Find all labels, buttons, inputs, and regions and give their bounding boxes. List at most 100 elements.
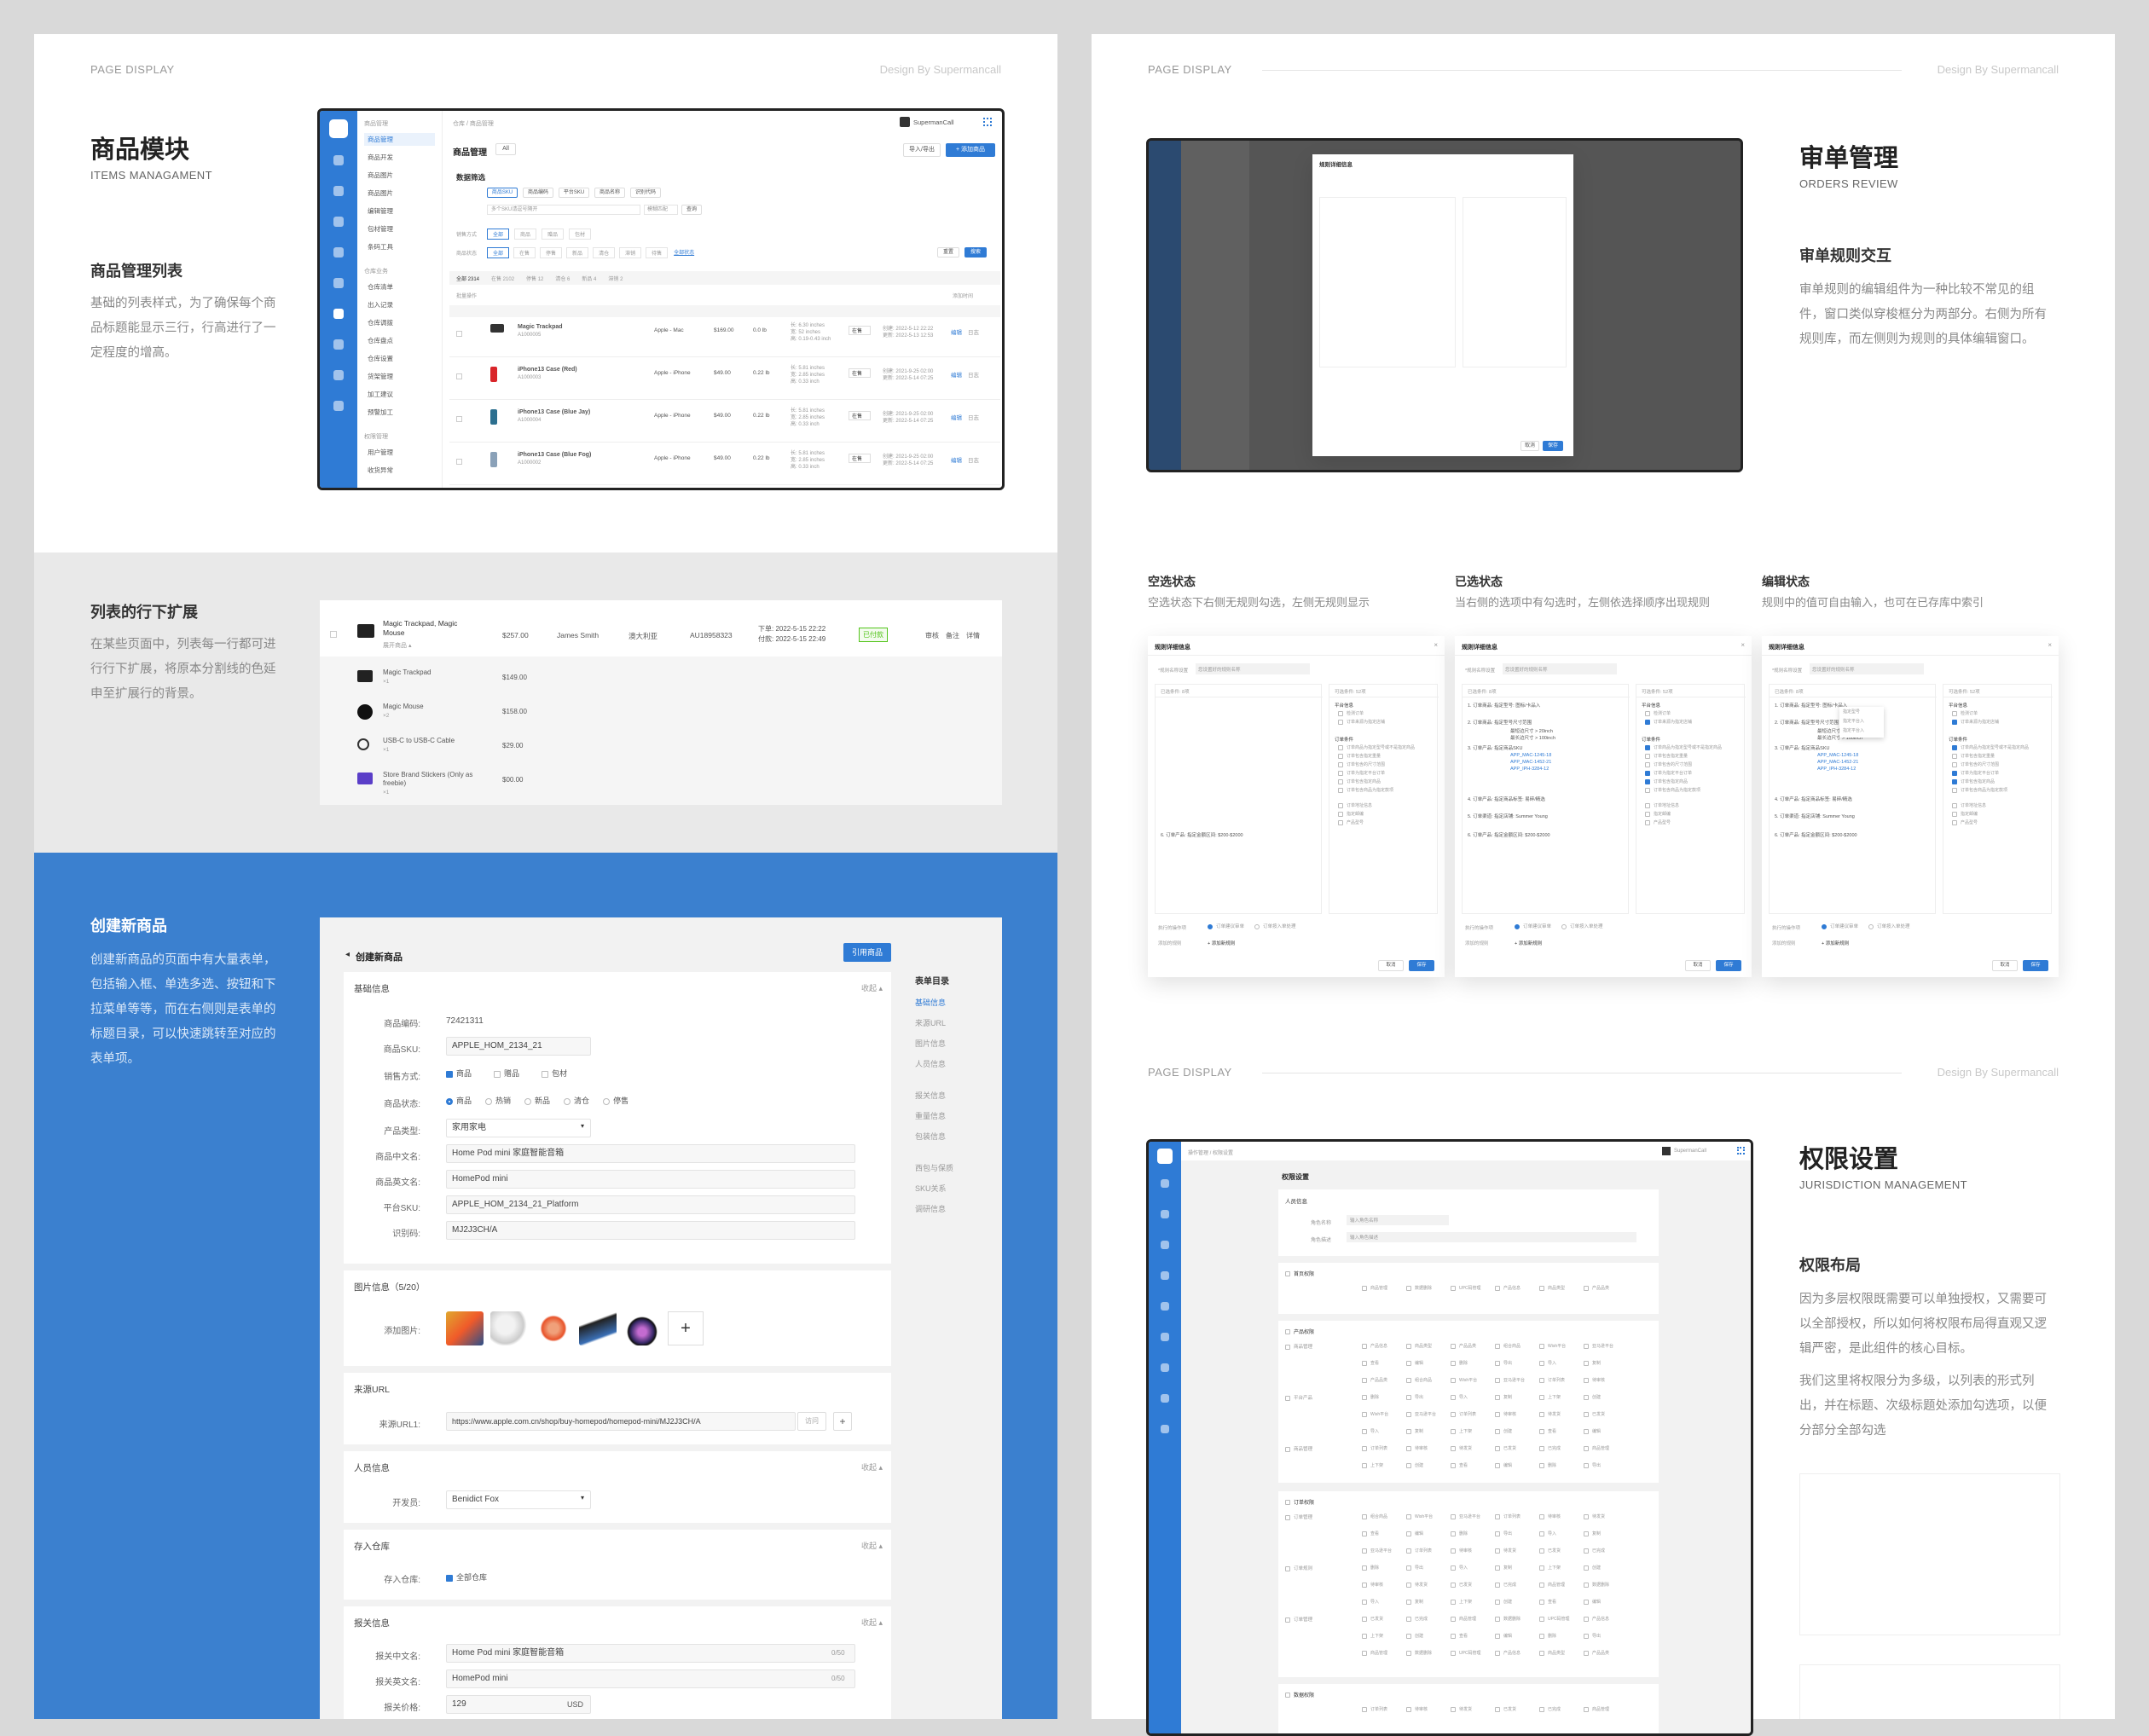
status-radio[interactable]: 清仓 [564,1095,589,1106]
option-checkbox[interactable] [1584,1582,1589,1588]
rule-checkbox[interactable] [1952,770,1957,776]
option-checkbox[interactable] [1495,1599,1500,1605]
save-button[interactable]: 保存 [1543,441,1563,451]
option-checkbox[interactable] [1451,1513,1456,1519]
perm-option[interactable]: 已完成 [1584,1548,1605,1554]
perm-option[interactable]: 查看 [1451,1462,1468,1468]
option-checkbox[interactable] [1584,1343,1589,1349]
option-checkbox[interactable] [1539,1343,1544,1349]
settings-icon[interactable] [333,370,344,380]
product-icon[interactable] [1161,1210,1169,1218]
perm-option[interactable]: 待发货 [1495,1548,1516,1554]
perm-option[interactable]: 已完成 [1406,1616,1428,1622]
option-checkbox[interactable] [1584,1599,1589,1605]
search-input[interactable]: 多个SKU请逗号隔开 [487,205,640,215]
menu-item[interactable]: 编辑管理 [364,206,435,216]
perm-option[interactable]: 上下架 [1362,1462,1383,1468]
save-button[interactable]: 保存 [1409,960,1434,971]
rule-name-input[interactable]: 您设置好的规则名称 [1196,663,1310,674]
add-url-button[interactable]: + [833,1412,852,1431]
option-checkbox[interactable] [1495,1706,1500,1712]
exec-radio[interactable]: 订单建议审单 [1515,923,1551,929]
row-checkbox[interactable] [456,459,462,465]
perm-option[interactable]: 复制 [1495,1394,1512,1400]
status-radio[interactable]: 商品 [446,1095,472,1106]
customs-cn-field[interactable]: Home Pod mini 家庭智能音箱 [446,1644,855,1663]
perm-option[interactable]: 已完成 [1539,1706,1561,1712]
row-checkbox[interactable] [330,631,337,638]
reset-button[interactable]: 重置 [937,247,959,258]
option-checkbox[interactable] [1362,1633,1367,1639]
rule-checkbox[interactable] [1952,787,1957,793]
menu-item-active[interactable]: 商品管理 [364,133,435,146]
filter-tab[interactable]: 商品SKU [487,188,518,198]
import-export-button[interactable]: 导入/导出 [903,143,941,157]
perm-option[interactable]: 查看 [1539,1599,1556,1605]
menu-item[interactable]: 包材管理 [364,224,435,234]
option-checkbox[interactable] [1584,1360,1589,1366]
option-checkbox[interactable] [1539,1445,1544,1451]
perm-option[interactable]: 待审核 [1495,1411,1516,1417]
status-option[interactable]: 在售 [513,247,536,258]
back-icon[interactable]: ◂ [345,950,350,959]
section-checkbox[interactable] [1285,1329,1290,1335]
batch-action[interactable]: 批量操作 [456,292,477,299]
perm-section-title[interactable]: 数据权限 [1285,1691,1314,1698]
option-checkbox[interactable] [1539,1377,1544,1383]
option-checkbox[interactable] [1584,1462,1589,1468]
option-checkbox[interactable] [1584,1565,1589,1571]
option-checkbox[interactable] [1451,1616,1456,1622]
perm-option[interactable]: 亚马逊平台 [1495,1377,1525,1383]
perm-option[interactable]: 创建 [1495,1599,1512,1605]
close-icon[interactable]: × [1434,641,1438,649]
popover-option[interactable]: 指定型号 [1839,707,1884,716]
perm-option[interactable]: 订单列表 [1362,1706,1387,1712]
rule-option[interactable]: 订单来源为指定店铺 [1338,719,1385,725]
option-checkbox[interactable] [1539,1633,1544,1639]
perm-option[interactable]: 创建 [1584,1565,1601,1571]
rule-option[interactable]: 检测订单 [1952,710,1978,716]
perm-option[interactable]: 订单列表 [1539,1377,1565,1383]
add-rule-link[interactable]: + 添加新规则 [1515,940,1542,946]
option-checkbox[interactable] [1362,1428,1367,1434]
option-checkbox[interactable] [1406,1633,1411,1639]
status-radio[interactable]: 停售 [603,1095,628,1106]
product-image[interactable] [535,1311,572,1345]
perm-option[interactable]: 删除 [1451,1531,1468,1536]
toc-item[interactable]: SKU关系 [915,1183,992,1194]
apps-icon[interactable] [983,118,992,126]
cancel-button[interactable]: 取消 [1521,441,1539,451]
role-desc-input[interactable]: 输入角色描述 [1347,1232,1636,1242]
option-checkbox[interactable] [1584,1285,1589,1291]
developer-select[interactable]: Benidict Fox [446,1490,591,1509]
sort-select[interactable]: 添加时间 [953,292,973,299]
rule-checkbox[interactable] [1952,753,1957,759]
option-checkbox[interactable] [1406,1411,1411,1417]
rule-checkbox[interactable] [1645,761,1650,767]
log-link[interactable]: 日志 [968,455,979,464]
perm-option[interactable]: 导出 [1495,1360,1512,1366]
perm-option[interactable]: 亚马逊平台 [1406,1411,1436,1417]
option-checkbox[interactable] [1406,1706,1411,1712]
perm-option[interactable]: 查看 [1451,1633,1468,1639]
warehouse-icon[interactable] [333,309,344,319]
product-image[interactable] [579,1311,617,1345]
option-checkbox[interactable] [1362,1513,1367,1519]
rule-option[interactable]: 订单包含的尺寸范围 [1338,761,1385,767]
rule-option[interactable]: 订单包含商品为指定款项 [1645,787,1700,793]
cancel-button[interactable]: 取消 [1685,960,1711,971]
perm-option[interactable]: 创建 [1406,1633,1423,1639]
option-checkbox[interactable] [1539,1513,1544,1519]
data-icon[interactable] [333,278,344,288]
rule-option[interactable]: 订单包含的尺寸范围 [1645,761,1692,767]
rule-option[interactable]: 订单包含指定商品 [1952,778,1995,784]
option-checkbox[interactable] [1406,1445,1411,1451]
section-checkbox[interactable] [1285,1693,1290,1698]
perm-option[interactable]: 导入 [1539,1360,1556,1366]
perm-option[interactable]: 创建 [1495,1428,1512,1434]
perm-option[interactable]: 已发货 [1584,1411,1605,1417]
option-checkbox[interactable] [1584,1706,1589,1712]
perm-option[interactable]: 订单列表 [1451,1411,1476,1417]
perm-option[interactable]: UPC码管理 [1451,1285,1481,1291]
sale-checkbox[interactable]: 包材 [542,1068,567,1079]
